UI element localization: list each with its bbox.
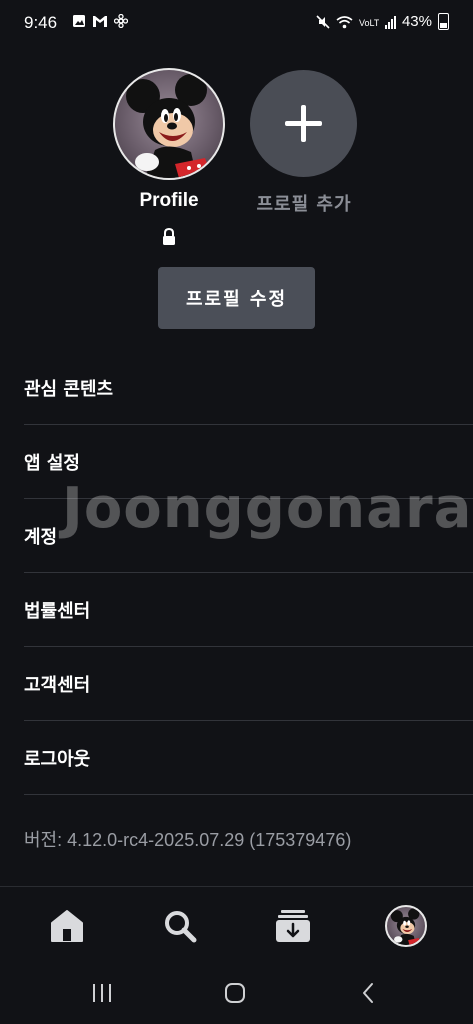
recents-button[interactable]: [82, 978, 122, 1008]
back-icon: [363, 983, 373, 1003]
home-button-icon: [225, 983, 245, 1003]
recents-icon: [93, 984, 111, 1002]
nav-profile[interactable]: [384, 904, 428, 948]
app-version: 버전: 4.12.0-rc4-2025.07.29 (175379476): [24, 830, 352, 850]
divider: [0, 886, 473, 887]
search-icon: [165, 911, 197, 943]
bottom-nav: [0, 890, 473, 962]
wifi-icon: [336, 15, 353, 28]
profile-avatar[interactable]: [113, 68, 225, 180]
edit-profile-button[interactable]: 프로필 수정: [158, 267, 315, 329]
battery-percent: 43%: [401, 13, 432, 30]
mickey-avatar-image: [126, 74, 211, 178]
menu-item-favorites[interactable]: 관심 콘텐츠: [24, 351, 473, 425]
nav-search[interactable]: [158, 904, 202, 948]
menu-item-legal-center[interactable]: 법률센터: [24, 573, 473, 647]
menu-item-logout[interactable]: 로그아웃: [24, 721, 473, 795]
add-profile-button[interactable]: [250, 70, 357, 177]
gmail-icon: [93, 16, 107, 27]
mickey-avatar-image: [390, 908, 421, 945]
profile-avatar-small: [385, 905, 427, 947]
status-notification-icons: [72, 14, 128, 28]
downloads-icon: [276, 910, 310, 942]
signal-icon: [384, 15, 396, 29]
back-button[interactable]: [348, 978, 388, 1008]
status-system-icons: VoLTE 43%: [316, 13, 449, 30]
profile-name: Profile: [139, 190, 199, 211]
pinwheel-icon: [114, 14, 128, 28]
settings-menu: 관심 콘텐츠 앱 설정 계정 법률센터 고객센터 로그아웃: [0, 351, 473, 795]
volte-icon: VoLTE: [359, 18, 379, 28]
menu-item-app-settings[interactable]: 앱 설정: [24, 425, 473, 499]
status-time: 9:46: [24, 13, 58, 32]
home-button[interactable]: [215, 978, 255, 1008]
gallery-icon: [73, 15, 85, 27]
add-profile-label[interactable]: 프로필 추가: [240, 190, 368, 216]
svg-text:VoLTE: VoLTE: [359, 18, 379, 28]
battery-icon: [438, 13, 449, 30]
system-nav-bar: [0, 962, 473, 1024]
menu-item-customer-center[interactable]: 고객센터: [24, 647, 473, 721]
lock-icon: [163, 228, 175, 245]
mute-icon: [316, 14, 330, 29]
status-bar: 9:46 VoLTE 43%: [0, 0, 473, 46]
menu-item-account[interactable]: 계정: [24, 499, 473, 573]
nav-home[interactable]: [45, 904, 89, 948]
home-icon: [51, 910, 83, 942]
nav-downloads[interactable]: [271, 904, 315, 948]
